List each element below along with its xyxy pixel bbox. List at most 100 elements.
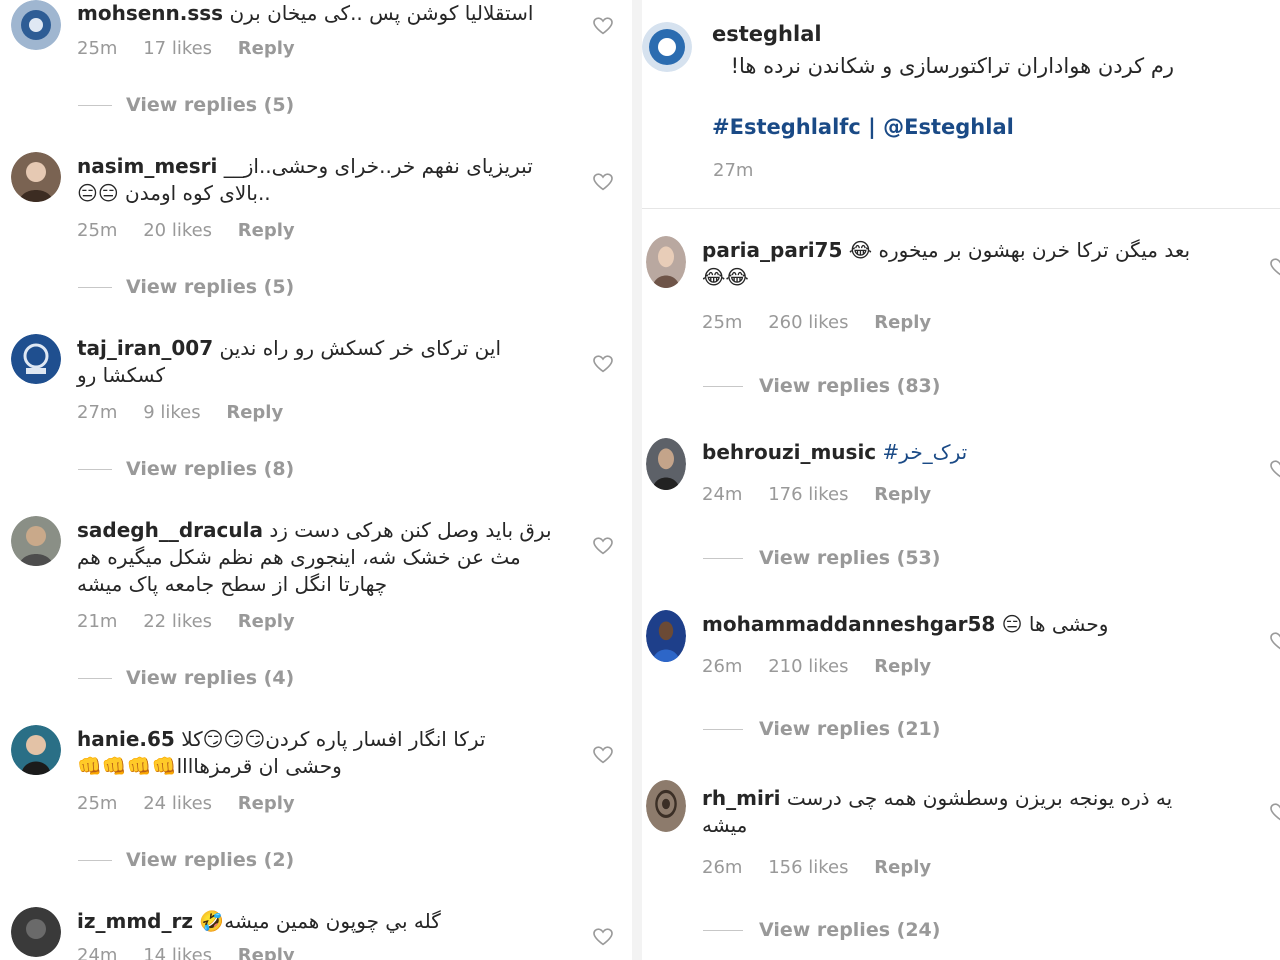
reply-button[interactable]: Reply [226,402,283,423]
reply-button[interactable]: Reply [238,611,295,632]
comment-username[interactable]: behrouzi_music [702,440,876,464]
comment-username[interactable]: iz_mmd_rz [77,909,193,933]
replies-line [703,386,743,387]
comment-likes[interactable]: 176 likes [768,484,848,505]
reply-button[interactable]: Reply [238,38,295,59]
view-replies-label: View replies (4) [126,667,295,689]
replies-line [78,105,112,106]
reply-button[interactable]: Reply [238,793,295,814]
avatar[interactable] [11,516,61,566]
post-separator [642,208,1280,209]
reply-button[interactable]: Reply [874,484,931,505]
avatar[interactable] [646,438,686,490]
view-replies-label: View replies (24) [759,919,941,941]
panel-divider [632,0,642,960]
view-replies-label: View replies (5) [126,94,295,116]
view-replies-label: View replies (8) [126,458,295,480]
comment-time: 27m [77,402,118,423]
avatar[interactable] [11,152,61,202]
comment-hashtag[interactable]: #ترک_خر [883,440,968,464]
heart-outline-icon[interactable] [1270,460,1280,478]
avatar[interactable] [646,236,686,288]
avatar[interactable] [11,0,61,50]
replies-line [78,860,112,861]
comment-username[interactable]: hanie.65 [77,727,175,751]
view-replies-label: View replies (53) [759,547,941,569]
comment-username[interactable]: mohsenn.sss [77,1,223,25]
heart-outline-icon[interactable] [1270,258,1280,276]
view-replies-label: View replies (21) [759,718,941,740]
reply-button[interactable]: Reply [874,656,931,677]
post-time: 27m [713,160,754,181]
comment-likes[interactable]: 20 likes [143,220,212,241]
replies-line [703,729,743,730]
replies-line [78,678,112,679]
avatar[interactable] [646,610,686,662]
heart-outline-icon[interactable] [1270,632,1280,650]
view-replies-button[interactable]: View replies (8) [78,458,294,480]
comment-likes[interactable]: 14 likes [143,945,212,960]
view-replies-button[interactable]: View replies (4) [78,667,294,689]
comment-likes[interactable]: 17 likes [143,38,212,59]
replies-line [78,469,112,470]
heart-outline-icon[interactable] [593,173,613,191]
post-caption: esteghlal رم کردن هواداران تراکتورسازی و… [712,18,1252,143]
comment-likes[interactable]: 260 likes [768,312,848,333]
comment-username[interactable]: rh_miri [702,786,781,810]
avatar[interactable] [11,334,61,384]
left-comment-panel: mohsenn.sss استقلالیا کوشن پس ..کی میخان… [0,0,632,960]
heart-outline-icon[interactable] [593,17,613,35]
comment-time: 24m [77,945,118,960]
view-replies-button[interactable]: View replies (53) [703,547,940,569]
comment-username[interactable]: nasim_mesri [77,154,217,178]
comment-likes[interactable]: 210 likes [768,656,848,677]
reply-button[interactable]: Reply [238,220,295,241]
view-replies-label: View replies (83) [759,375,941,397]
replies-line [78,287,112,288]
right-comment-panel: esteghlal رم کردن هواداران تراکتورسازی و… [642,0,1280,960]
heart-outline-icon[interactable] [1270,803,1280,821]
view-replies-label: View replies (5) [126,276,295,298]
heart-outline-icon[interactable] [593,537,613,555]
post-hashtags[interactable]: #Esteghlalfc | @Esteghlal [712,111,1252,143]
replies-line [703,930,743,931]
avatar[interactable] [11,725,61,775]
view-replies-button[interactable]: View replies (5) [78,276,294,298]
comment-time: 26m [702,857,743,878]
comment-likes[interactable]: 22 likes [143,611,212,632]
reply-button[interactable]: Reply [874,312,931,333]
replies-line [703,558,743,559]
view-replies-button[interactable]: View replies (24) [703,919,940,941]
reply-button[interactable]: Reply [238,945,295,960]
comment-likes[interactable]: 156 likes [768,857,848,878]
comment-username[interactable]: sadegh__dracula [77,518,263,542]
view-replies-button[interactable]: View replies (83) [703,375,940,397]
view-replies-label: View replies (2) [126,849,295,871]
avatar[interactable] [11,907,61,957]
comment-likes[interactable]: 9 likes [143,402,200,423]
comment-time: 25m [702,312,743,333]
heart-outline-icon[interactable] [593,928,613,946]
heart-outline-icon[interactable] [593,355,613,373]
post-avatar[interactable] [642,22,692,72]
comment-username[interactable]: taj_iran_007 [77,336,213,360]
post-username[interactable]: esteghlal [712,18,1252,50]
comment-likes[interactable]: 24 likes [143,793,212,814]
comment-time: 25m [77,220,118,241]
comment-time: 25m [77,38,118,59]
view-replies-button[interactable]: View replies (5) [78,94,294,116]
heart-outline-icon[interactable] [593,746,613,764]
avatar[interactable] [646,780,686,832]
comment-username[interactable]: mohammaddanneshgar58 [702,612,995,636]
comment-time: 25m [77,793,118,814]
view-replies-button[interactable]: View replies (21) [703,718,940,740]
comment-time: 26m [702,656,743,677]
comment-time: 24m [702,484,743,505]
reply-button[interactable]: Reply [874,857,931,878]
comment-username[interactable]: paria_pari75 [702,238,842,262]
comment-text: وحشی ها 😑 [1001,612,1109,636]
post-caption-text: رم کردن هواداران تراکتورسازی و شکاندن نر… [730,54,1174,78]
comment-time: 21m [77,611,118,632]
view-replies-button[interactable]: View replies (2) [78,849,294,871]
comment-text: گله بي چوپون همين ميشه🤣 [199,909,441,933]
